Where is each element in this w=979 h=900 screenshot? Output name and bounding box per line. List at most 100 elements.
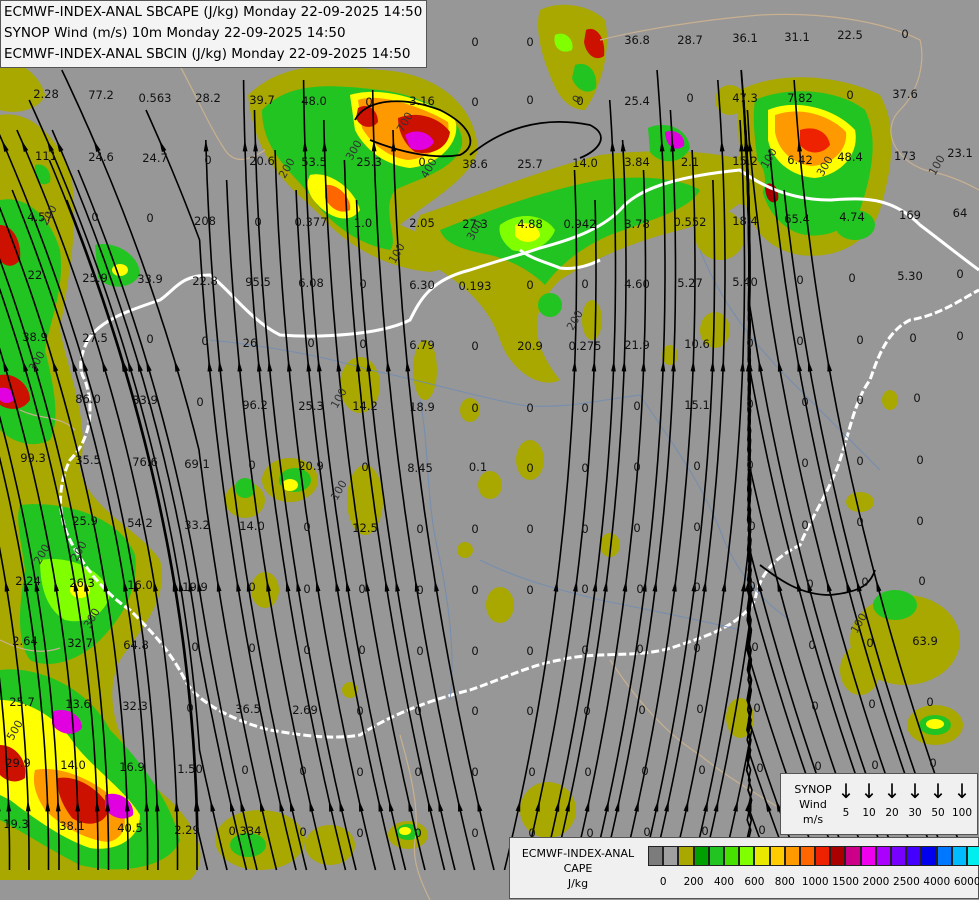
station-value: 0	[581, 522, 588, 536]
station-value: 14.2	[352, 399, 378, 413]
station-value: 6.30	[409, 278, 435, 292]
map-title-box: ECMWF-INDEX-ANAL SBCAPE (J/kg) Monday 22…	[0, 0, 428, 68]
station-value: 0	[146, 332, 153, 346]
station-value: 0	[916, 453, 923, 467]
station-value: 111	[35, 149, 57, 163]
station-value: 53.5	[301, 155, 327, 169]
station-value: 0	[636, 582, 643, 596]
wind-legend-entry: ↓ 30	[904, 780, 926, 819]
station-value: 0	[416, 644, 423, 658]
station-value: 99.3	[20, 451, 46, 465]
cape-color-swatch	[936, 846, 952, 866]
station-value: 0	[581, 582, 588, 596]
station-value: 36.8	[624, 33, 650, 47]
station-value: 0	[758, 823, 765, 837]
wind-legend-line: m/s	[802, 813, 824, 826]
station-value: 0	[526, 278, 533, 292]
station-value: 0	[913, 391, 920, 405]
station-value: 69.1	[184, 457, 210, 471]
station-value: 0	[901, 27, 908, 41]
station-value: 0	[696, 702, 703, 716]
station-value: 4.60	[624, 277, 650, 291]
cape-tick-label: 1500	[832, 876, 859, 888]
station-value: 23.1	[947, 146, 973, 160]
station-value: 15.2	[732, 154, 758, 168]
station-value: 32.7	[67, 636, 93, 650]
cape-color-swatch	[815, 846, 831, 866]
station-value: 0	[748, 579, 755, 593]
cape-color-bar	[648, 846, 979, 866]
station-value: 76.6	[132, 455, 158, 469]
station-value: 0	[581, 277, 588, 291]
station-value: 0	[526, 35, 533, 49]
station-value: 64	[953, 206, 968, 220]
station-value: 18.9	[409, 400, 435, 414]
station-value: 0	[918, 574, 925, 588]
cape-tick-label: 2000	[862, 876, 890, 888]
station-value: 5.27	[677, 276, 703, 290]
station-value: 64.8	[123, 638, 149, 652]
station-value: 0	[414, 765, 421, 779]
station-value: 169	[899, 208, 921, 222]
station-value: 0	[191, 640, 198, 654]
station-value: 0	[526, 93, 533, 107]
station-value: 36.1	[732, 31, 758, 45]
station-value: 24.7	[142, 151, 168, 165]
station-value: 26	[243, 336, 258, 350]
station-value: 0	[693, 580, 700, 594]
station-value: 0	[196, 395, 203, 409]
cape-tick-label: 400	[713, 876, 735, 888]
station-value: 16.9	[119, 760, 145, 774]
station-value: 48.4	[837, 150, 863, 164]
cape-tick-label: 0	[659, 876, 667, 888]
station-value: 0	[471, 95, 478, 109]
station-value: 0	[746, 458, 753, 472]
station-value: 0.193	[459, 279, 492, 293]
station-value: 0	[751, 640, 758, 654]
cape-tick-label: 200	[683, 876, 704, 888]
wind-speed-label: 50	[931, 807, 945, 819]
station-value: 0	[693, 641, 700, 655]
cape-legend-label: ECMWF-INDEX-ANAL CAPE J/kg	[513, 846, 643, 891]
cape-color-swatch	[966, 846, 979, 866]
station-value: 0	[356, 704, 363, 718]
station-value: 5.40	[732, 275, 758, 289]
station-value: 0	[146, 211, 153, 225]
station-value: 0	[633, 460, 640, 474]
down-arrow-icon: ↓	[953, 779, 971, 803]
wind-legend-label: SYNOP Wind m/s	[785, 782, 841, 827]
station-value: 0	[303, 643, 310, 657]
cape-tick-label: 600	[744, 876, 765, 888]
station-value: 0	[753, 701, 760, 715]
weather-map: 2.28 77.2 0.563 28.2 39.7 48.0 0 3.16 0 0 0 25.4 0 47…	[0, 0, 979, 900]
station-value: 0	[581, 643, 588, 657]
station-value: 24.6	[88, 150, 114, 164]
station-value: 0	[361, 460, 368, 474]
station-value: 0	[201, 334, 208, 348]
station-value: 0	[356, 826, 363, 840]
title-cape: ECMWF-INDEX-ANAL SBCAPE (J/kg) Monday 22…	[4, 4, 423, 20]
station-value: 96.2	[242, 398, 268, 412]
station-value: 27.5	[82, 331, 108, 345]
station-value: 0.275	[569, 339, 602, 353]
station-value: 0	[526, 401, 533, 415]
station-value: 22	[28, 268, 43, 282]
station-value: 0	[693, 520, 700, 534]
station-value: 0	[584, 765, 591, 779]
title-wind: SYNOP Wind (m/s) 10m Monday 22-09-2025 1…	[4, 25, 346, 41]
station-value: 0	[414, 704, 421, 718]
station-value: 1.0	[354, 216, 372, 230]
station-value: 0	[248, 580, 255, 594]
station-value: 2.69	[292, 703, 318, 717]
station-value: 0	[868, 697, 875, 711]
wind-legend-entry: ↓ 20	[881, 780, 903, 819]
station-value: 33.2	[184, 518, 210, 532]
cape-tick-label: 6000	[953, 876, 979, 888]
station-value: 48.0	[301, 94, 327, 108]
station-value: 0	[186, 701, 193, 715]
wind-speed-label: 100	[951, 807, 973, 819]
wind-legend-entry: ↓ 50	[927, 780, 949, 819]
station-value: 0	[299, 764, 306, 778]
station-value: 32.3	[122, 699, 148, 713]
station-value: 13.6	[65, 697, 91, 711]
